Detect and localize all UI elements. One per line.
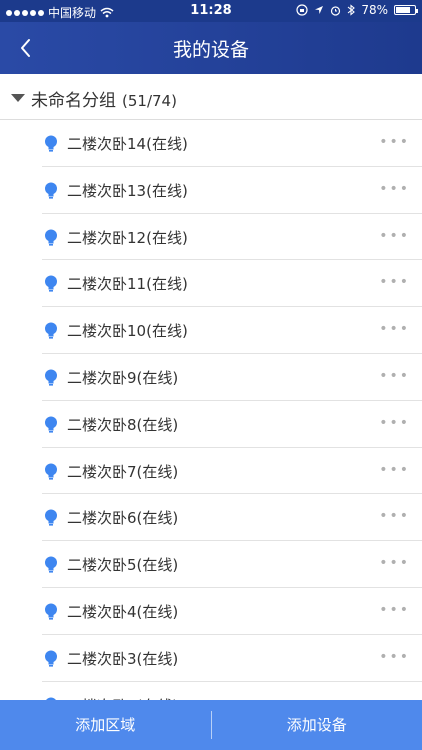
more-options-icon[interactable]: •••	[379, 134, 410, 150]
device-list-item[interactable]: 二楼次卧3(在线) •••	[42, 635, 422, 682]
light-bulb-icon	[45, 416, 57, 433]
device-name: 二楼次卧4(在线)	[67, 602, 179, 621]
light-bulb-icon	[45, 322, 57, 339]
device-name: 二楼次卧5(在线)	[67, 556, 179, 575]
device-list-item[interactable]: 二楼次卧5(在线) •••	[42, 541, 422, 588]
more-options-icon[interactable]: •••	[379, 228, 410, 244]
bluetooth-icon	[347, 4, 356, 16]
light-bulb-icon	[45, 463, 57, 480]
device-list: 二楼次卧14(在线) ••• 二楼次卧13(在线) ••• 二楼次卧12(在线) ••• 二…	[0, 120, 422, 729]
device-list-item[interactable]: 二楼次卧7(在线) •••	[42, 448, 422, 495]
more-options-icon[interactable]: •••	[379, 181, 410, 197]
light-bulb-icon	[45, 135, 57, 152]
group-header[interactable]: 未命名分组 (51/74)	[0, 74, 422, 120]
add-device-button[interactable]: 添加设备	[212, 700, 422, 750]
light-bulb-icon	[45, 556, 57, 573]
more-options-icon[interactable]: •••	[379, 649, 410, 665]
device-name: 二楼次卧7(在线)	[67, 462, 179, 481]
navigation-bar: 我的设备	[0, 22, 422, 74]
device-name: 二楼次卧10(在线)	[67, 322, 188, 341]
device-list-item[interactable]: 二楼次卧8(在线) •••	[42, 401, 422, 448]
device-name: 二楼次卧12(在线)	[67, 228, 188, 247]
status-bar: 中国移动 11:28 78%	[0, 0, 422, 22]
light-bulb-icon	[45, 275, 57, 292]
more-options-icon[interactable]: •••	[379, 508, 410, 524]
more-options-icon[interactable]: •••	[379, 462, 410, 478]
bottom-action-bar: 添加区域 添加设备	[0, 700, 422, 750]
battery-percent: 78%	[361, 3, 388, 17]
more-options-icon[interactable]: •••	[379, 321, 410, 337]
device-list-item[interactable]: 二楼次卧11(在线) •••	[42, 260, 422, 308]
device-name: 二楼次卧14(在线)	[67, 135, 188, 153]
device-list-item[interactable]: 二楼次卧13(在线) •••	[42, 167, 422, 214]
light-bulb-icon	[45, 650, 57, 667]
light-bulb-icon	[45, 182, 57, 199]
alarm-icon	[331, 5, 341, 16]
device-name: 二楼次卧11(在线)	[67, 275, 188, 294]
more-options-icon[interactable]: •••	[379, 602, 410, 618]
light-bulb-icon	[45, 603, 57, 620]
battery-icon	[394, 5, 418, 15]
group-name: 未命名分组 (51/74)	[31, 86, 177, 111]
device-list-item[interactable]: 二楼次卧14(在线) •••	[42, 120, 422, 167]
location-icon	[315, 6, 324, 14]
device-list-item[interactable]: 二楼次卧4(在线) •••	[42, 588, 422, 635]
group-title: 未命名分组	[31, 91, 116, 111]
more-options-icon[interactable]: •••	[379, 415, 410, 431]
add-area-button[interactable]: 添加区域	[0, 700, 211, 750]
device-name: 二楼次卧9(在线)	[67, 368, 179, 387]
device-name: 二楼次卧3(在线)	[67, 649, 179, 668]
light-bulb-icon	[45, 369, 57, 386]
device-list-item[interactable]: 二楼次卧12(在线) •••	[42, 214, 422, 261]
status-right: 78%	[296, 3, 418, 17]
page-title: 我的设备	[172, 39, 249, 61]
caret-down-icon[interactable]	[11, 94, 25, 102]
device-name: 二楼次卧13(在线)	[67, 181, 188, 200]
more-options-icon[interactable]: •••	[379, 274, 410, 290]
device-name: 二楼次卧8(在线)	[67, 415, 179, 434]
light-bulb-icon	[45, 509, 57, 526]
rotation-lock-icon	[296, 4, 308, 16]
device-list-item[interactable]: 二楼次卧10(在线) •••	[42, 307, 422, 354]
group-count: (51/74)	[122, 92, 177, 110]
device-name: 二楼次卧6(在线)	[67, 509, 179, 528]
more-options-icon[interactable]: •••	[379, 368, 410, 384]
device-list-item[interactable]: 二楼次卧9(在线) •••	[42, 354, 422, 401]
device-list-item[interactable]: 二楼次卧6(在线) •••	[42, 494, 422, 542]
light-bulb-icon	[45, 229, 57, 246]
more-options-icon[interactable]: •••	[379, 555, 410, 571]
